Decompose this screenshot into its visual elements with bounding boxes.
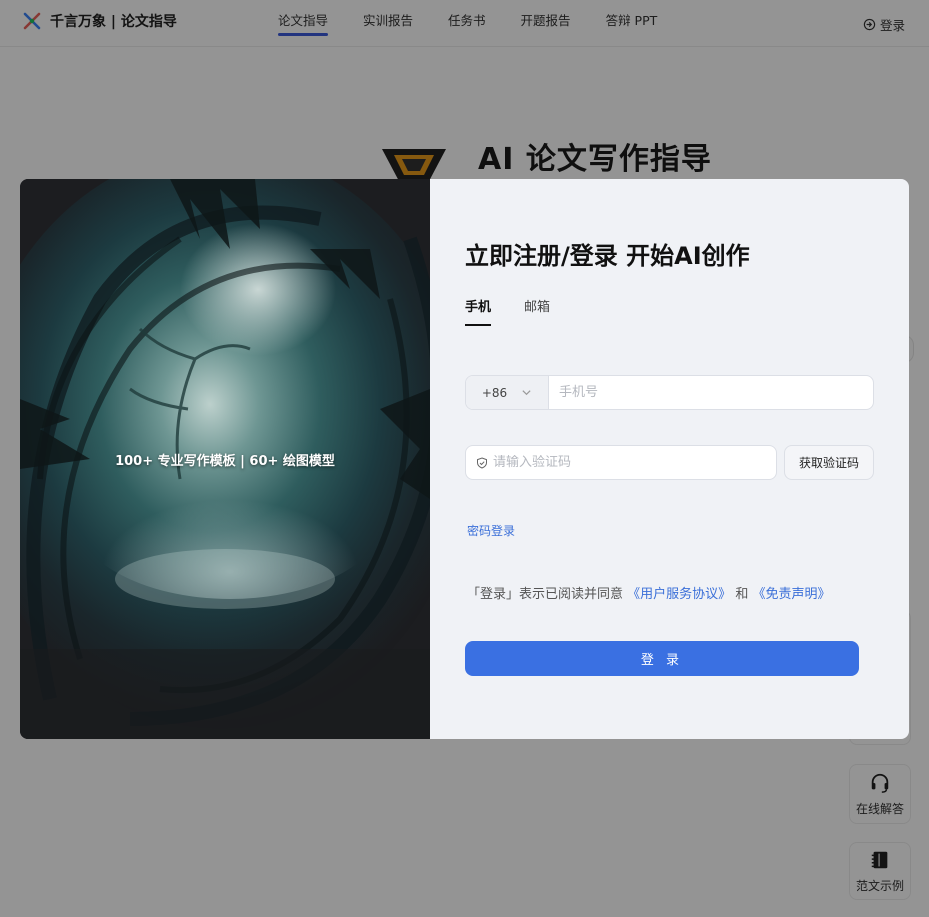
agreement-and: 和 — [735, 587, 749, 602]
password-login-link[interactable]: 密码登录 — [467, 522, 515, 539]
disclaimer-link[interactable]: 《免责声明》 — [752, 587, 830, 602]
login-submit-button[interactable]: 登 录 — [465, 641, 859, 676]
phone-field-group: +86 — [465, 375, 874, 410]
login-form-panel: 立即注册/登录 开始AI创作 手机 邮箱 +86 获取验证码 密码登录 「登录」… — [430, 179, 909, 739]
login-title: 立即注册/登录 开始AI创作 — [465, 242, 750, 270]
country-code-select[interactable]: +86 — [466, 376, 549, 409]
agreement-prefix: 「登录」表示已阅读并同意 — [467, 587, 624, 602]
agreement-text: 「登录」表示已阅读并同意 《用户服务协议》 和 《免责声明》 — [467, 583, 830, 602]
user-agreement-link[interactable]: 《用户服务协议》 — [627, 587, 731, 602]
tab-email[interactable]: 邮箱 — [524, 296, 550, 326]
chevron-down-icon — [522, 390, 531, 396]
phone-input[interactable] — [549, 376, 873, 409]
code-field-group[interactable] — [465, 445, 777, 480]
tab-phone[interactable]: 手机 — [465, 296, 492, 326]
get-code-button[interactable]: 获取验证码 — [784, 445, 874, 480]
promo-text: 100+ 专业写作模板 | 60+ 绘图模型 — [115, 454, 335, 469]
promo-panel: 100+ 专业写作模板 | 60+ 绘图模型 — [20, 179, 430, 739]
login-modal: 100+ 专业写作模板 | 60+ 绘图模型 立即注册/登录 开始AI创作 手机… — [20, 179, 909, 739]
verification-code-input[interactable] — [493, 455, 776, 470]
shield-check-icon — [477, 456, 487, 469]
country-code-value: +86 — [481, 385, 508, 400]
login-method-tabs: 手机 邮箱 — [465, 296, 550, 326]
